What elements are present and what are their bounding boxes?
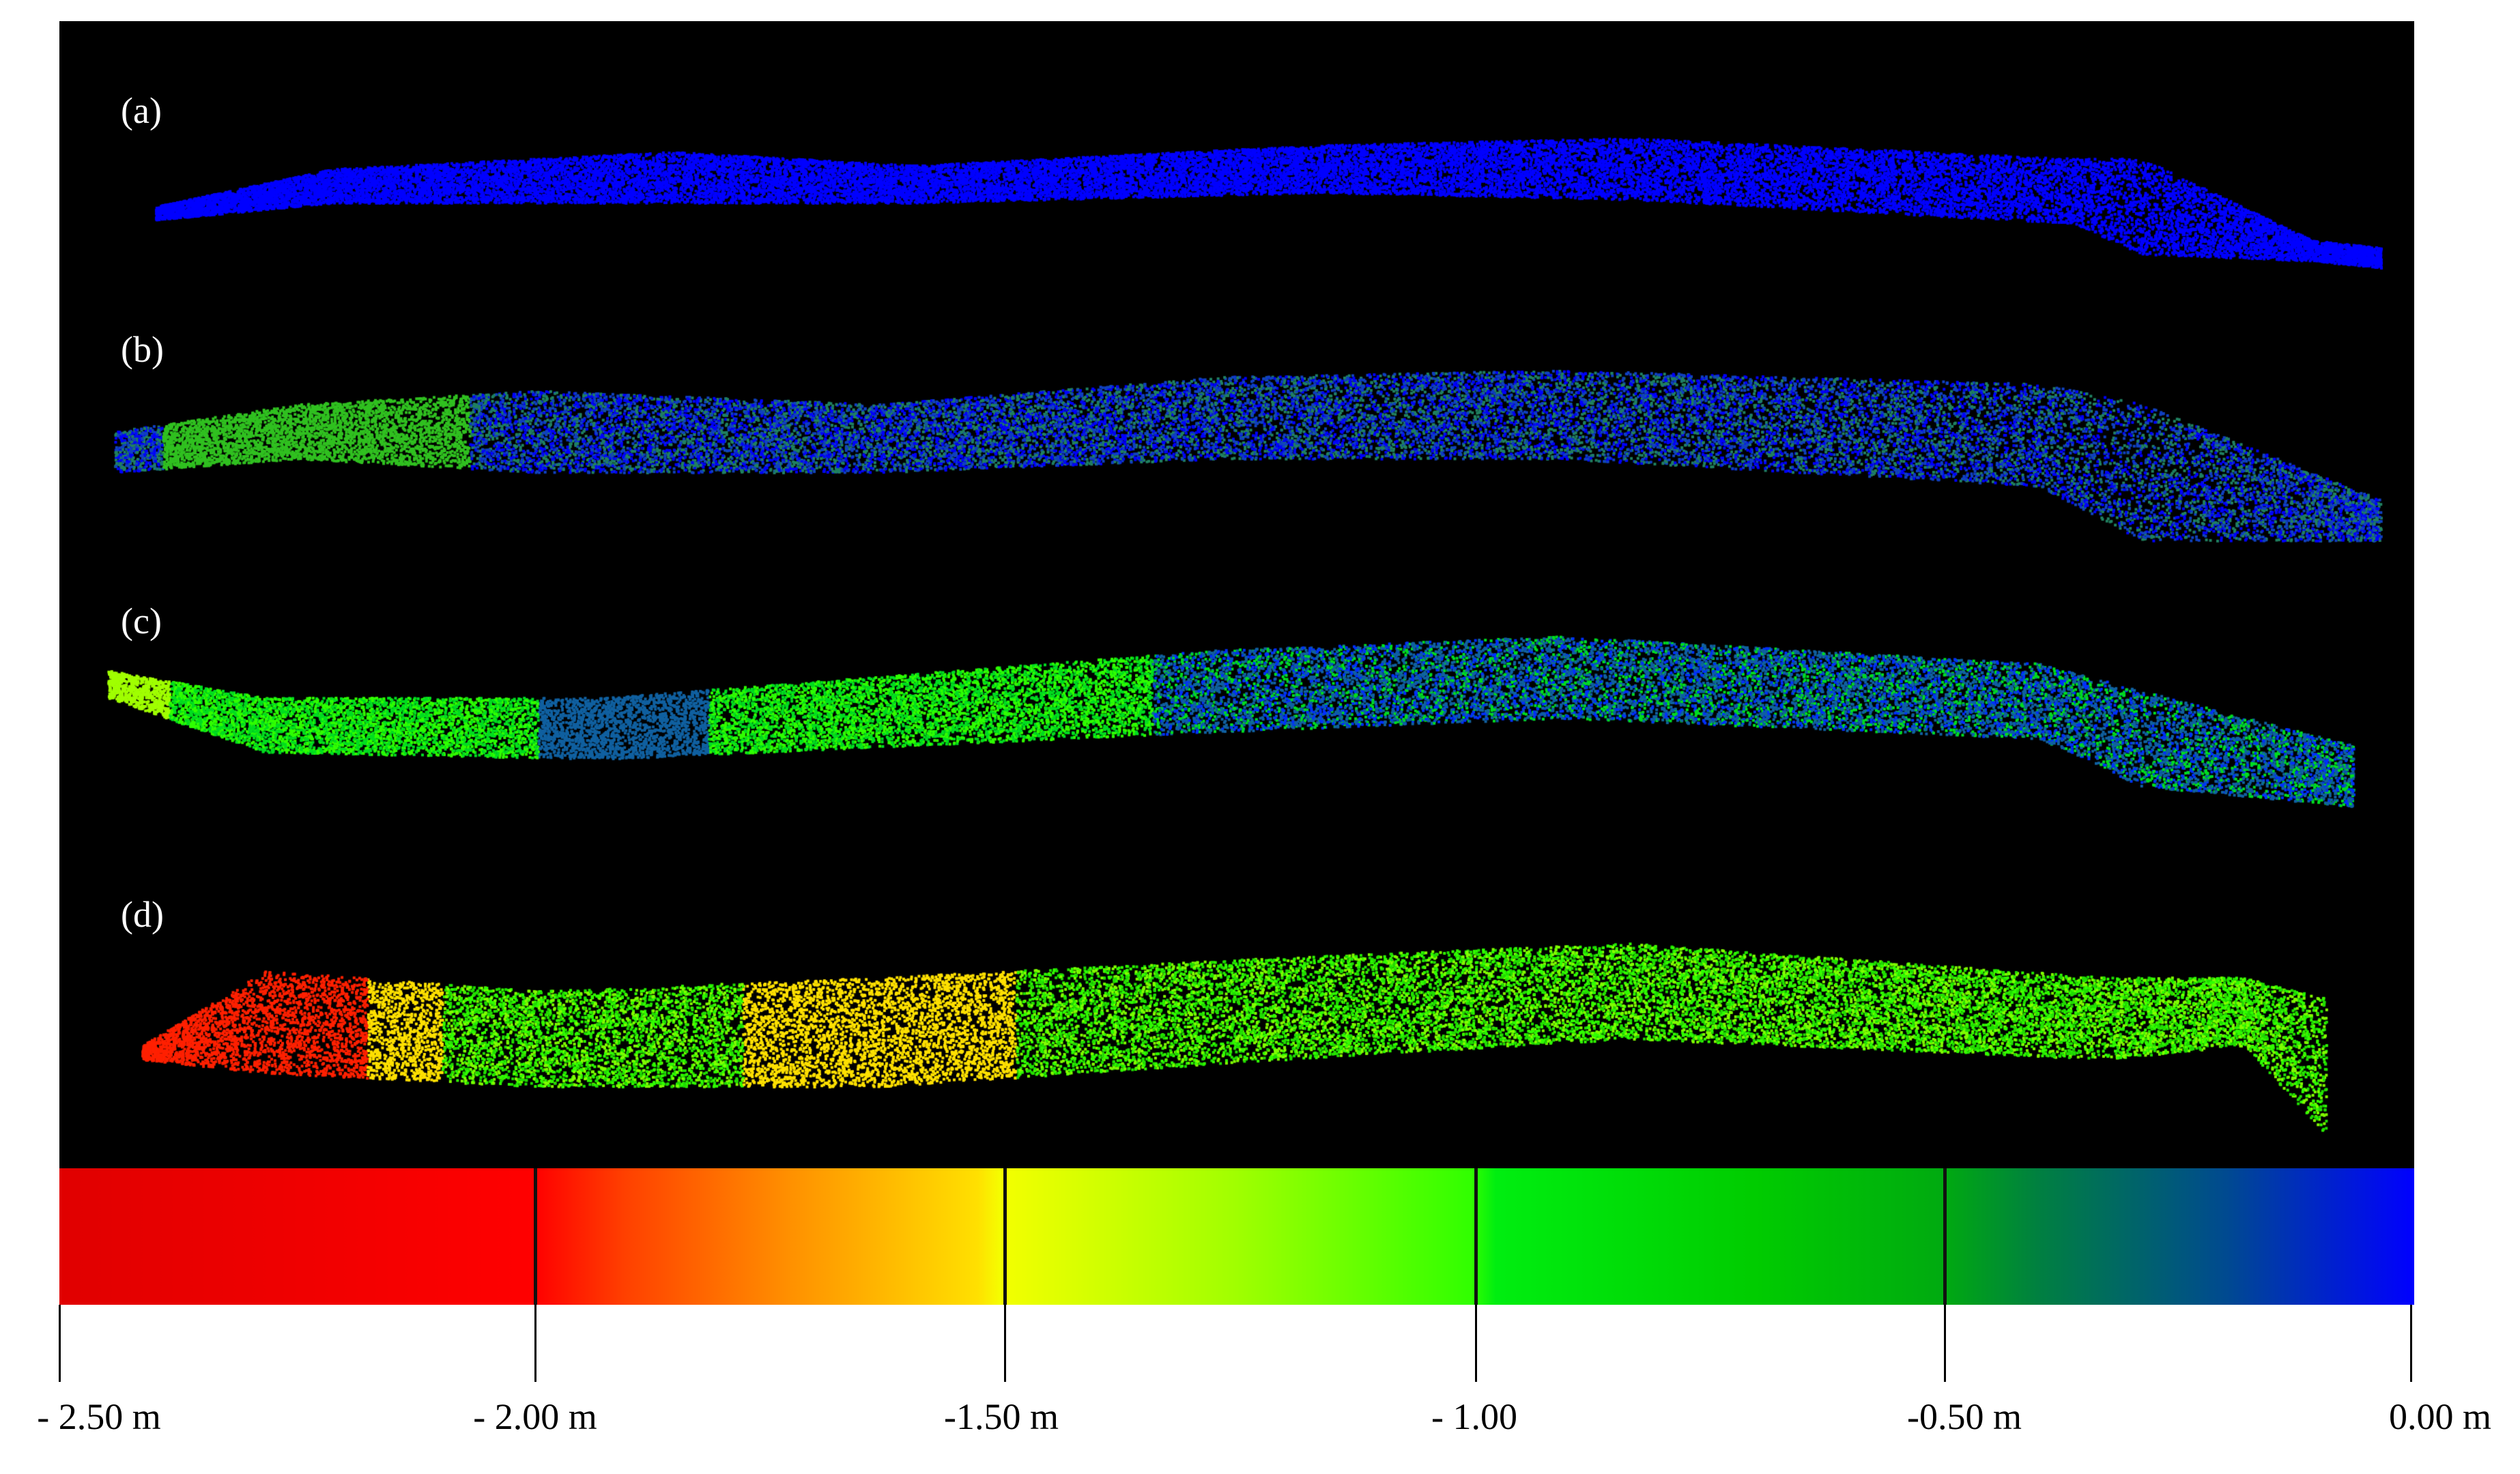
- panel-label-b: (b): [121, 329, 164, 370]
- panel-label-a: (a): [121, 90, 162, 131]
- panel-label-c: (c): [121, 601, 162, 641]
- depth-colorbar: [59, 1168, 2414, 1305]
- colorbar-tick: [1004, 1305, 1006, 1382]
- tick-label-minus-1-00: - 1.00: [1431, 1396, 1517, 1437]
- colorbar-separator: [1474, 1168, 1478, 1305]
- tick-label-minus-1-50: -1.50 m: [944, 1396, 1059, 1437]
- colorbar-tick: [1475, 1305, 1477, 1382]
- colorbar-tick: [59, 1305, 61, 1382]
- colorbar-tick: [1944, 1305, 1946, 1382]
- tick-label-0-00: 0.00 m: [2388, 1396, 2492, 1437]
- tick-label-minus-2-50: - 2.50 m: [37, 1396, 161, 1437]
- tick-label-minus-2-00: - 2.00 m: [473, 1396, 597, 1437]
- colorbar-separator: [534, 1168, 537, 1305]
- colorbar-separator: [1943, 1168, 1947, 1305]
- colorbar-tick: [2410, 1305, 2412, 1382]
- panel-label-d: (d): [121, 894, 164, 935]
- point-cloud-panel: (a) (b) (c) (d): [59, 21, 2414, 1168]
- point-cloud-canvas: [59, 21, 2414, 1168]
- colorbar-tick: [534, 1305, 536, 1382]
- colorbar-separator: [1003, 1168, 1007, 1305]
- tick-label-minus-0-50: -0.50 m: [1907, 1396, 2022, 1437]
